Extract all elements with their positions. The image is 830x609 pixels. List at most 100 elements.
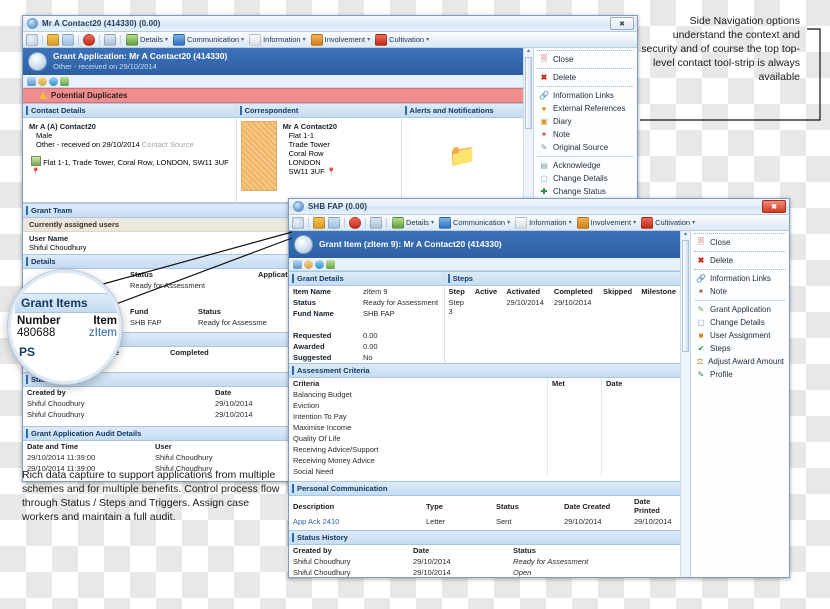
menu-item-acknowledge[interactable]: ▤ Acknowledge bbox=[534, 159, 637, 172]
menu-item-change-details[interactable]: ▢ Change Details bbox=[691, 316, 789, 329]
edit-icon[interactable] bbox=[326, 259, 335, 269]
new-contact-icon[interactable] bbox=[47, 33, 59, 46]
menu-information[interactable]: Information ▾ bbox=[248, 33, 307, 46]
window2-scrollbar[interactable]: ▲ bbox=[680, 231, 690, 577]
menu-item-close[interactable]: 🗏 Close bbox=[534, 53, 637, 66]
menu-information-label: Information bbox=[529, 218, 567, 227]
window2-mini-toolbar bbox=[289, 258, 680, 271]
menu-cultivation-label: Cultivation bbox=[389, 35, 425, 44]
menu-item-user-assignment[interactable]: ■ User Assignment bbox=[691, 329, 789, 342]
correspondent-header: Correspondent bbox=[236, 103, 401, 118]
expand-icon[interactable] bbox=[27, 76, 36, 86]
delete-icon: ✖ bbox=[540, 73, 548, 82]
menu-item-information-links[interactable]: 🔗 Information Links bbox=[534, 89, 637, 102]
menu-item-delete[interactable]: ✖ Delete bbox=[534, 71, 637, 84]
menu-item-diary[interactable]: ▣ Diary bbox=[534, 115, 637, 128]
window2-close-button[interactable]: ✖ bbox=[762, 200, 786, 213]
edit-icon[interactable] bbox=[60, 76, 69, 86]
gd-value: zItem 9 bbox=[363, 287, 388, 296]
menu-item-external-references[interactable]: ● External References bbox=[534, 102, 637, 115]
menu-item-note[interactable]: ✶ Note bbox=[534, 128, 637, 141]
ac-criteria: Intention To Pay bbox=[293, 412, 347, 421]
menu-item-note[interactable]: ✶ Note bbox=[691, 285, 789, 298]
window1-titlebar[interactable]: Mr A Contact20 (414330) (0.00) ✖ bbox=[23, 16, 637, 32]
grant-items-val-fund: SHB FAP bbox=[130, 318, 162, 327]
flag-icon[interactable] bbox=[349, 216, 361, 229]
contact-gender: Male bbox=[36, 131, 53, 140]
menu-communication[interactable]: Communication ▾ bbox=[438, 216, 511, 229]
menu-item-adjust-award-amount[interactable]: ⚖ Adjust Award Amount bbox=[691, 355, 789, 368]
gd-label: Suggested bbox=[293, 353, 332, 362]
menu-item-profile[interactable]: ✎ Profile bbox=[691, 368, 789, 381]
window2-title: SHB FAP (0.00) bbox=[308, 202, 368, 211]
ac-col-criteria: Criteria bbox=[293, 379, 320, 388]
collapse-icon[interactable] bbox=[304, 259, 313, 269]
gd-label: Awarded bbox=[293, 342, 325, 351]
acknowledge-icon: ▤ bbox=[540, 161, 548, 170]
menu-cultivation[interactable]: Cultivation ▾ bbox=[640, 216, 696, 229]
menu-details[interactable]: Details ▾ bbox=[391, 216, 435, 229]
menu-item-change-status[interactable]: ✚ Change Status bbox=[534, 185, 637, 198]
pc-printed: 29/10/2014 bbox=[634, 517, 672, 526]
menu-item-steps[interactable]: ✔ Steps bbox=[691, 342, 789, 355]
refresh-icon[interactable] bbox=[328, 216, 340, 229]
key-icon[interactable] bbox=[104, 33, 116, 46]
refresh-icon[interactable] bbox=[49, 76, 58, 86]
magnifier-val-item[interactable]: zItem bbox=[77, 327, 119, 339]
menu-cultivation[interactable]: Cultivation ▾ bbox=[374, 33, 430, 46]
menu-item-change-details[interactable]: ▢ Change Details bbox=[534, 172, 637, 185]
menu-communication[interactable]: Communication ▾ bbox=[172, 33, 245, 46]
sh-created: Shiful Choudhury bbox=[293, 568, 351, 577]
person-icon bbox=[310, 33, 323, 46]
back-icon[interactable] bbox=[26, 33, 38, 46]
menu-item-original-source[interactable]: ✎ Original Source bbox=[534, 141, 637, 154]
flag-icon[interactable] bbox=[83, 33, 95, 46]
scroll-thumb[interactable] bbox=[525, 57, 532, 129]
details-col-status: Status bbox=[130, 270, 153, 279]
menu-involvement[interactable]: Involvement ▾ bbox=[576, 216, 637, 229]
leaf-icon bbox=[641, 216, 654, 229]
magnifier-val-number: 480688 bbox=[17, 327, 56, 339]
pc-description-link[interactable]: App Ack 2410 bbox=[289, 516, 422, 527]
menu-cultivation-label: Cultivation bbox=[655, 218, 691, 227]
expand-icon[interactable] bbox=[293, 259, 302, 269]
table-row: Maximise Income bbox=[289, 422, 680, 433]
close-icon: 🗏 bbox=[697, 236, 705, 246]
menu-details[interactable]: Details ▾ bbox=[125, 33, 169, 46]
table-row: App Ack 2410 Letter Sent 29/10/2014 29/1… bbox=[289, 516, 680, 527]
sh-col-created: Created by bbox=[293, 546, 332, 555]
new-contact-icon[interactable] bbox=[313, 216, 325, 229]
grant-items-col-fund: Fund bbox=[130, 307, 149, 316]
menu-involvement[interactable]: Involvement ▾ bbox=[310, 33, 371, 46]
scroll-up-arrow[interactable]: ▲ bbox=[524, 48, 533, 56]
menu-information[interactable]: Information ▾ bbox=[514, 216, 573, 229]
chevron-down-icon: ▾ bbox=[426, 37, 430, 43]
grant-details-header: Grant Details bbox=[289, 271, 444, 286]
potential-duplicates-alert[interactable]: Potential Duplicates bbox=[23, 88, 523, 103]
audit-col-user: User bbox=[155, 442, 172, 451]
refresh-icon[interactable] bbox=[315, 259, 324, 269]
table-row: Eviction bbox=[289, 400, 680, 411]
scroll-thumb[interactable] bbox=[682, 240, 689, 352]
grant-details-table: Item Name zItem 9 Status Ready for Asses… bbox=[289, 286, 444, 363]
steps-icon: ✔ bbox=[697, 344, 705, 353]
menu-item-label: Profile bbox=[710, 370, 733, 379]
steps-completed: 29/10/2014 bbox=[553, 298, 592, 307]
window1-close-button[interactable]: ✖ bbox=[610, 17, 634, 30]
collapse-icon[interactable] bbox=[38, 76, 47, 86]
refresh-icon[interactable] bbox=[62, 33, 74, 46]
menu-item-close[interactable]: 🗏 Close bbox=[691, 236, 789, 249]
scroll-up-arrow[interactable]: ▲ bbox=[681, 231, 690, 239]
menu-item-grant-application[interactable]: ✎ Grant Application bbox=[691, 303, 789, 316]
menu-involvement-label: Involvement bbox=[324, 35, 366, 44]
diary-icon: ▣ bbox=[540, 117, 548, 126]
change-details-icon: ▢ bbox=[697, 318, 705, 327]
menu-item-information-links[interactable]: 🔗 Information Links bbox=[691, 272, 789, 285]
back-icon[interactable] bbox=[292, 216, 304, 229]
window2-titlebar[interactable]: SHB FAP (0.00) ✖ bbox=[289, 199, 789, 215]
gd-label: Fund Name bbox=[293, 309, 334, 318]
link-icon: 🔗 bbox=[696, 274, 706, 283]
menu-item-delete[interactable]: ✖ Delete bbox=[691, 254, 789, 267]
key-icon[interactable] bbox=[370, 216, 382, 229]
pc-status: Sent bbox=[496, 517, 512, 526]
